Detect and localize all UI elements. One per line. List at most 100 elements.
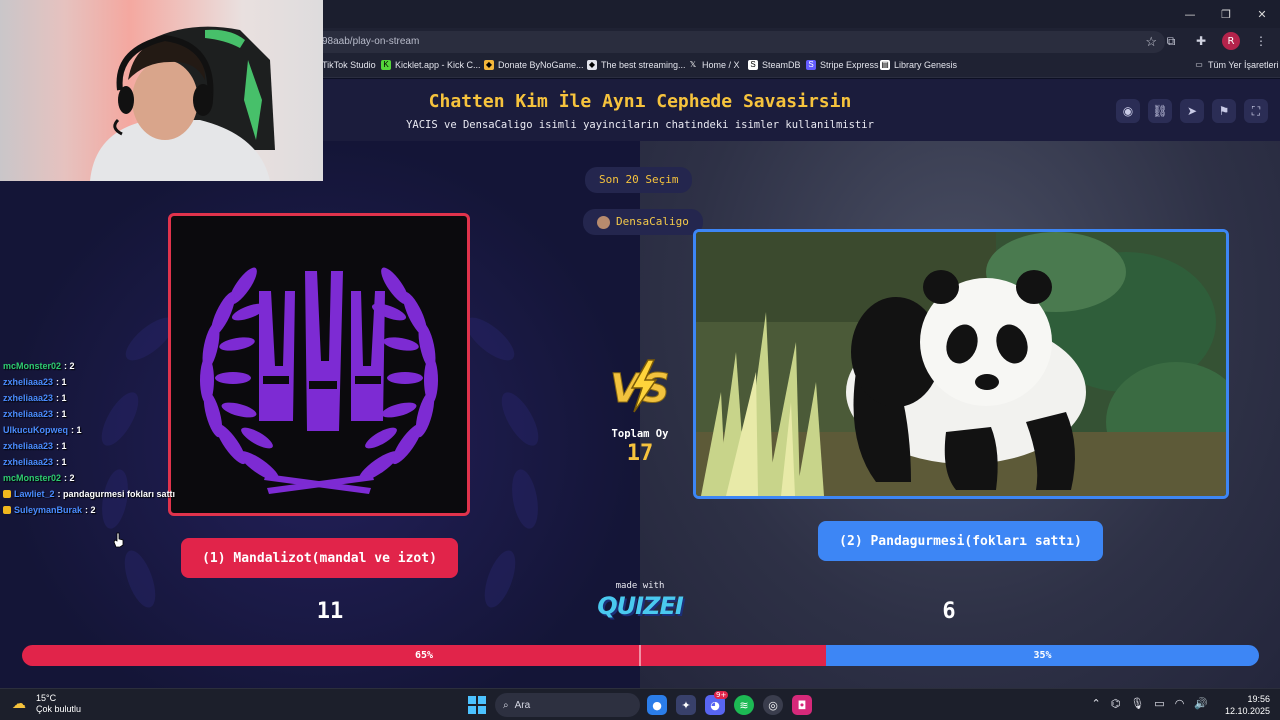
option-left-button[interactable]: (1) Mandalizot(mandal ve izot) bbox=[181, 538, 458, 578]
steamdb-icon: S bbox=[748, 60, 758, 70]
chat-username[interactable]: mcMonster02 bbox=[3, 359, 61, 373]
search-icon: ⌕ bbox=[503, 699, 509, 711]
chat-text: : pandagurmesi fokları sattı bbox=[57, 489, 176, 499]
display-icon[interactable]: ▭ bbox=[1154, 697, 1164, 710]
chat-text: : 2 bbox=[64, 473, 75, 483]
taskbar-clock[interactable]: 19:56 12.10.2025 bbox=[1225, 693, 1270, 717]
bookmark-star-icon[interactable]: ☆ bbox=[1145, 31, 1157, 53]
total-votes-label: Toplam Oy bbox=[611, 428, 669, 440]
clock-time: 19:56 bbox=[1247, 694, 1270, 704]
chat-badge-icon bbox=[3, 490, 11, 498]
quiz-tools: ◉ ⛓ ➤ ⚑ ⛶ bbox=[1116, 99, 1268, 123]
clothespin-laurel-logo bbox=[200, 267, 438, 494]
weather-widget[interactable]: ☁ 15°C Çok bulutlu bbox=[12, 693, 81, 715]
chat-text: : 2 bbox=[85, 505, 96, 515]
extensions-icon[interactable]: ✚ bbox=[1192, 32, 1210, 50]
chat-message: mcMonster02: 2 bbox=[3, 358, 203, 374]
microphone-icon[interactable]: 🎙 bbox=[1130, 697, 1144, 710]
stripe-icon: S bbox=[806, 60, 816, 70]
chat-username[interactable]: Lawliet_2 bbox=[14, 487, 55, 501]
left-vote-share: 65% bbox=[22, 645, 827, 666]
maximize-icon[interactable]: ❐ bbox=[1208, 0, 1244, 28]
discord-notification-badge: 9+ bbox=[714, 691, 729, 699]
library-icon: ▤ bbox=[880, 60, 890, 70]
option-right-button[interactable]: (2) Pandagurmesi(fokları sattı) bbox=[818, 521, 1103, 561]
taskbar-search[interactable]: ⌕ Ara bbox=[495, 693, 640, 717]
network-icon[interactable]: ⌬ bbox=[1111, 697, 1121, 710]
eye-icon[interactable]: ◉ bbox=[1116, 99, 1140, 123]
chat-username[interactable]: zxheliaaa23 bbox=[3, 455, 53, 469]
chat-username[interactable]: zxheliaaa23 bbox=[3, 375, 53, 389]
bookmark-stripe[interactable]: S Stripe Express bbox=[806, 60, 879, 70]
chat-message: mcMonster02: 2 bbox=[3, 470, 203, 486]
chat-message: zxheliaaa23: 1 bbox=[3, 390, 203, 406]
chat-message: zxheliaaa23: 1 bbox=[3, 438, 203, 454]
flag-icon[interactable]: ⚑ bbox=[1212, 99, 1236, 123]
chat-message: zxheliaaa23: 1 bbox=[3, 406, 203, 422]
x-icon: 𝕏 bbox=[689, 60, 697, 69]
chat-username[interactable]: UlkucuKopweq bbox=[3, 423, 68, 437]
right-vote-share: 35% bbox=[826, 645, 1259, 666]
send-icon[interactable]: ➤ bbox=[1180, 99, 1204, 123]
bookmark-kicklet[interactable]: K Kicklet.app - Kick C... bbox=[381, 60, 481, 70]
right-vote-count: 6 bbox=[942, 599, 956, 624]
window-controls: — ❐ ✕ bbox=[1172, 0, 1280, 28]
chat-message: Lawliet_2: pandagurmesi fokları sattı bbox=[3, 486, 203, 502]
bookmark-tiktok-studio[interactable]: TikTok Studio bbox=[322, 60, 376, 70]
option-right-image[interactable] bbox=[693, 229, 1229, 499]
profile-avatar[interactable]: R bbox=[1222, 32, 1240, 50]
last-choices-badge[interactable]: Son 20 Seçim bbox=[585, 167, 693, 193]
close-icon[interactable]: ✕ bbox=[1244, 0, 1280, 28]
versus-lightning-icon: VS bbox=[610, 359, 670, 413]
translate-icon[interactable]: ⧉ bbox=[1162, 32, 1180, 50]
chat-text: : 1 bbox=[56, 393, 67, 403]
spotify-icon[interactable]: ≋ bbox=[734, 695, 754, 715]
bookmark-streaming[interactable]: ◆ The best streaming... bbox=[587, 60, 686, 70]
streamer-avatar bbox=[597, 215, 610, 229]
chat-message: zxheliaaa23: 1 bbox=[3, 374, 203, 390]
chat-text: : 1 bbox=[56, 409, 67, 419]
link-icon[interactable]: ⛓ bbox=[1148, 99, 1172, 123]
chat-message: zxheliaaa23: 1 bbox=[3, 454, 203, 470]
chat-username[interactable]: zxheliaaa23 bbox=[3, 391, 53, 405]
chat-username[interactable]: SuleymanBurak bbox=[14, 503, 82, 517]
chat-message: SuleymanBurak: 2 bbox=[3, 502, 203, 518]
chevron-up-icon[interactable]: ⌃ bbox=[1091, 697, 1100, 710]
chat-username[interactable]: zxheliaaa23 bbox=[3, 439, 53, 453]
chat-text: : 1 bbox=[71, 425, 82, 435]
bookmark-library-genesis[interactable]: ▤ Library Genesis bbox=[880, 60, 957, 70]
streamer-badge[interactable]: DensaCaligo bbox=[583, 209, 703, 235]
volume-icon[interactable]: 🔊 bbox=[1194, 697, 1208, 710]
all-bookmarks[interactable]: ▭ Tüm Yer İşaretleri bbox=[1194, 60, 1278, 70]
bookmark-home-x[interactable]: 𝕏 Home / X bbox=[688, 60, 740, 70]
clock-date: 12.10.2025 bbox=[1224, 706, 1270, 716]
fullscreen-icon[interactable]: ⛶ bbox=[1244, 99, 1268, 123]
system-tray: ⌃ ⌬ 🎙 ▭ ◠ 🔊 bbox=[1091, 697, 1208, 710]
chat-text: : 1 bbox=[56, 457, 67, 467]
total-votes-value: 17 bbox=[626, 441, 654, 466]
obs-icon[interactable]: ◎ bbox=[763, 695, 783, 715]
url-input[interactable]: 98aab/play-on-stream ☆ bbox=[310, 31, 1165, 53]
panda-photo bbox=[696, 232, 1226, 496]
app-icon[interactable]: ✦ bbox=[676, 695, 696, 715]
bookmark-donate[interactable]: ◆ Donate ByNoGame... bbox=[484, 60, 584, 70]
search-placeholder: Ara bbox=[514, 699, 531, 711]
quizei-logo[interactable]: QUIZEI bbox=[590, 592, 690, 620]
chrome-icon[interactable]: ● bbox=[647, 695, 667, 715]
chat-text: : 1 bbox=[56, 377, 67, 387]
mouse-pointer-icon bbox=[113, 532, 124, 548]
wifi-icon[interactable]: ◠ bbox=[1175, 697, 1185, 710]
bookmark-steamdb[interactable]: S SteamDB bbox=[748, 60, 801, 70]
instagram-icon[interactable]: ◘ bbox=[792, 695, 812, 715]
donate-icon: ◆ bbox=[484, 60, 494, 70]
minimize-icon[interactable]: — bbox=[1172, 0, 1208, 28]
chat-message: UlkucuKopweq: 1 bbox=[3, 422, 203, 438]
option-left-image[interactable] bbox=[168, 213, 470, 516]
chat-username[interactable]: zxheliaaa23 bbox=[3, 407, 53, 421]
chat-username[interactable]: mcMonster02 bbox=[3, 471, 61, 485]
chat-badge-icon bbox=[3, 506, 11, 514]
windows-start-icon[interactable] bbox=[468, 696, 486, 714]
menu-kebab-icon[interactable]: ⋮ bbox=[1252, 32, 1270, 50]
kicklet-icon: K bbox=[381, 60, 391, 70]
webcam-overlay bbox=[0, 0, 323, 181]
